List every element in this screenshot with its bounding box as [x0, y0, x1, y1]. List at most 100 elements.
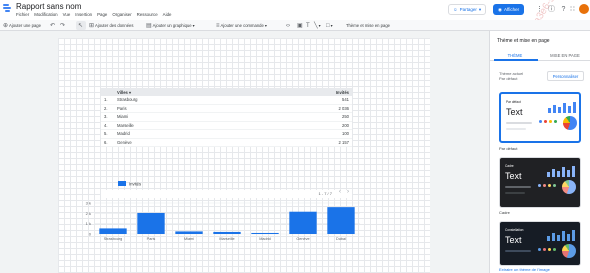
table-row: 3. Miami 250 — [101, 113, 352, 122]
view-button[interactable]: ◉ Afficher — [493, 4, 525, 15]
data-table[interactable]: Villes ▾ Invités 1. Strasbourg 541 2. Paris… — [101, 88, 352, 147]
menu-organiser[interactable]: Organiser — [112, 12, 131, 17]
y-tick-label: 3 k — [86, 201, 91, 206]
shape-icon: □ — [326, 22, 330, 29]
table-row: 5. Madrid 100 — [101, 130, 352, 139]
x-tick-label: Paris — [147, 237, 156, 241]
table-row: 2. Paris 2 036 — [101, 104, 352, 113]
x-tick-label: Strasbourg — [104, 237, 123, 241]
table-row: 4. Marseille 200 — [101, 121, 352, 130]
theme-bars — [548, 102, 576, 113]
tab-layout[interactable]: MISE EN PAGE — [540, 53, 590, 58]
x-tick-label: Miami — [184, 237, 194, 241]
text-button[interactable]: T — [306, 20, 310, 31]
select-tool-button[interactable]: ↖ — [78, 20, 83, 31]
share-button[interactable]: ☺ Partager ▾ — [448, 4, 487, 15]
help-icon[interactable]: ? — [559, 5, 568, 14]
line-icon: ╲ — [314, 23, 318, 29]
theme-card-constellation[interactable]: Constellation Text — [499, 221, 581, 266]
menu-aide[interactable]: Aide — [163, 12, 172, 17]
y-tick-label: 0 — [89, 232, 92, 237]
column-header-villes[interactable]: Villes ▾ — [117, 90, 267, 95]
image-icon: ▣ — [297, 23, 303, 29]
theme-panel: Thème et mise en page THÈME MISE EN PAGE… — [490, 31, 590, 273]
menu-modification[interactable]: Modification — [34, 12, 57, 17]
menu-vue[interactable]: Vue — [63, 12, 71, 17]
tab-theme[interactable]: THÈME — [490, 53, 540, 58]
theme-card-default[interactable]: Par défaut Text — [499, 92, 581, 143]
x-tick-label: Dubai — [336, 237, 346, 241]
visibility-icon: ◉ — [498, 6, 502, 12]
theme-layout-button[interactable]: Thème et mise en page — [346, 20, 390, 31]
theme-bars — [547, 230, 575, 241]
chevron-down-icon: ▾ — [330, 23, 333, 28]
toolbar: ⊕ Ajouter une page ↶ ↷ ↖ ⊞ Ajouter des d… — [0, 20, 590, 31]
chevron-down-icon: ▾ — [264, 23, 267, 28]
bar — [137, 212, 165, 234]
avatar[interactable] — [579, 4, 589, 14]
y-tick-label: 2 k — [86, 211, 91, 216]
theme-pie — [563, 116, 577, 130]
theme-label-default: Par défaut — [499, 146, 518, 151]
active-tab-indicator — [494, 59, 538, 61]
theme-pie — [562, 180, 576, 194]
theme-bars — [547, 166, 575, 177]
table-header: Villes ▾ Invités — [101, 88, 352, 96]
image-button[interactable]: ▣ — [297, 20, 303, 31]
panel-tabs: THÈME MISE EN PAGE — [490, 50, 590, 61]
text-icon: T — [306, 22, 310, 29]
data-studio-logo[interactable] — [3, 4, 11, 13]
add-page-icon: ⊕ — [3, 23, 9, 29]
more-vert-icon[interactable]: ⋮ — [535, 5, 544, 14]
theme-pie — [562, 244, 576, 258]
customize-button[interactable]: Personnaliser — [547, 71, 584, 81]
menu-ressource[interactable]: Ressource — [137, 12, 158, 17]
grid-apps-icon[interactable]: ∷ — [568, 5, 577, 14]
add-control-button[interactable]: ≡ Ajouter une commande ▾ — [216, 20, 267, 31]
add-chart-button[interactable]: ▤ Ajouter un graphique ▾ — [146, 20, 195, 31]
chevron-down-icon: ▾ — [318, 23, 321, 28]
shape-tool-button[interactable]: □ ▾ — [326, 20, 333, 31]
line-tool-button[interactable]: ╲ ▾ — [314, 20, 321, 31]
theme-label-cadre: Cadre — [499, 210, 510, 215]
chevron-down-icon: ▾ — [478, 6, 482, 12]
add-page-button[interactable]: ⊕ Ajouter une page — [3, 20, 41, 31]
menu-fichier[interactable]: Fichier — [16, 12, 29, 17]
cursor-icon: ↖ — [78, 23, 84, 29]
bar-chart-svg: Invités 3 k 2 k 1 k 0 Strasbourg Paris Miami Mar… — [86, 181, 360, 241]
code-embed-button[interactable]: ‹› — [286, 20, 290, 31]
bar — [251, 232, 279, 234]
add-data-button[interactable]: ⊞ Ajouter des données — [89, 20, 133, 31]
menu-insertion[interactable]: Insertion — [75, 12, 92, 17]
bar — [99, 228, 127, 234]
x-tick-label: Marseille — [219, 237, 234, 241]
bar — [289, 211, 317, 234]
table-row: 1. Strasbourg 541 — [101, 96, 352, 105]
control-icon: ≡ — [216, 22, 220, 29]
bar — [175, 231, 203, 234]
menu-page[interactable]: Page — [97, 12, 107, 17]
person-add-icon: ☺ — [453, 7, 458, 12]
y-tick-label: 1 k — [86, 221, 91, 226]
code-icon: ‹› — [286, 22, 290, 29]
panel-title: Thème et mise en page — [497, 38, 550, 44]
redo-button[interactable]: ↷ — [60, 20, 65, 31]
x-tick-label: Madrid — [259, 237, 271, 241]
bar-chart[interactable]: Invités 3 k 2 k 1 k 0 Strasbourg Paris Miami Mar… — [58, 180, 368, 270]
x-tick-label: Genève — [296, 237, 309, 241]
menu-bar: Fichier Modification Vue Insertion Page … — [16, 12, 171, 17]
info-icon[interactable]: ⓘ — [547, 5, 556, 14]
extract-theme-link[interactable]: Extraire un thème de l'image — [499, 267, 550, 272]
redo-icon: ↷ — [60, 23, 66, 29]
legend-label: Invités — [129, 182, 141, 187]
current-theme: Thème actuel Par défaut — [499, 71, 524, 81]
app-header: Rapport sans nom Fichier Modification Vu… — [0, 0, 590, 45]
database-add-icon: ⊞ — [89, 23, 95, 29]
report-title[interactable]: Rapport sans nom — [16, 2, 81, 11]
column-header-invites[interactable]: Invités — [267, 90, 352, 95]
chevron-down-icon: ▾ — [192, 23, 195, 28]
theme-card-cadre[interactable]: Cadre Text — [499, 157, 581, 208]
bar — [327, 207, 355, 234]
table-row: 6. Genève 2 157 — [101, 138, 352, 147]
undo-button[interactable]: ↶ — [50, 20, 55, 31]
